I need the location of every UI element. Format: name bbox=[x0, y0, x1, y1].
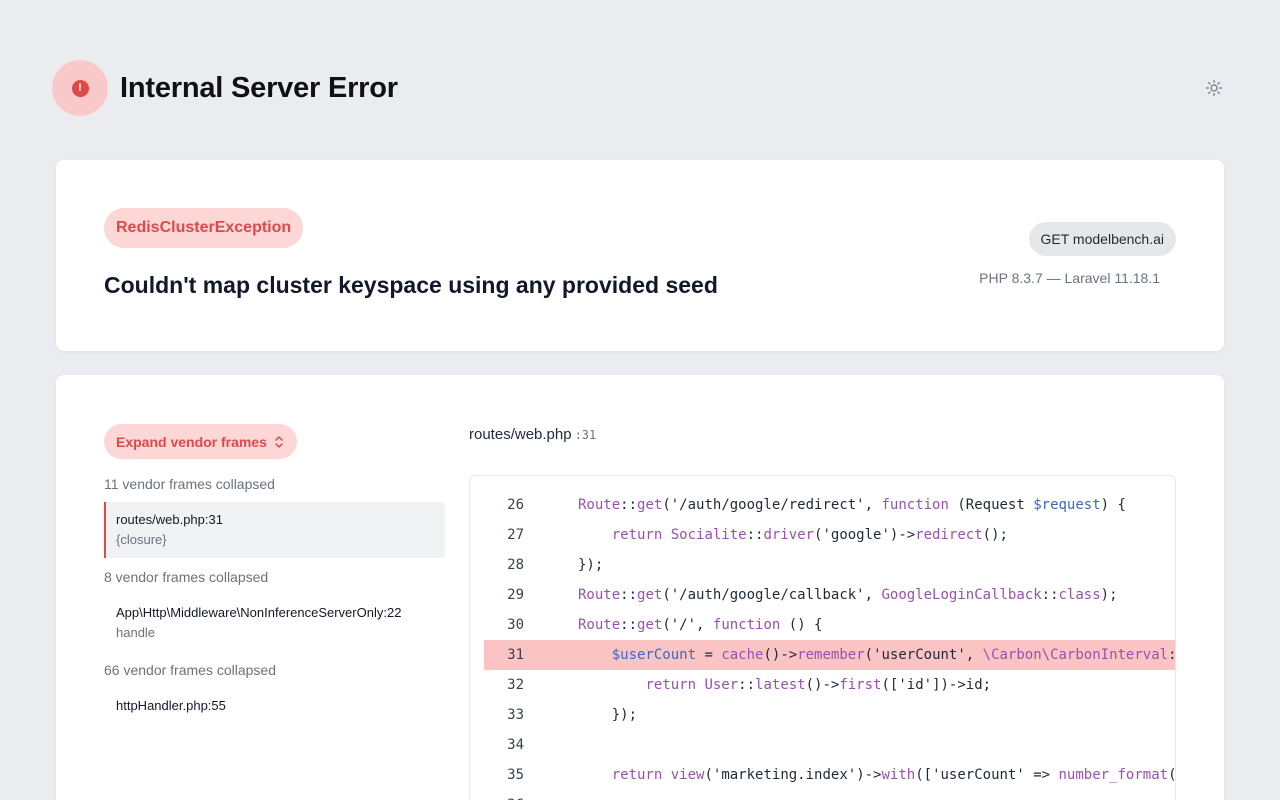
page-title: Internal Server Error bbox=[120, 71, 398, 104]
stack-frame[interactable]: httpHandler.php:55 bbox=[104, 688, 445, 724]
line-number: 35 bbox=[507, 767, 524, 783]
line-source: Route::get('/auth/google/redirect', func… bbox=[578, 497, 1126, 513]
stack-frame[interactable]: App\Http\Middleware\NonInferenceServerOn… bbox=[104, 595, 445, 651]
frame-file: App\Http\Middleware\NonInferenceServerOn… bbox=[116, 605, 402, 620]
line-source: Route::get('/', function () { bbox=[578, 617, 823, 633]
code-line: 29 Route::get('/auth/google/callback', Go… bbox=[484, 580, 1175, 610]
code-line: 32 return User::latest()->first(['id'])-… bbox=[484, 670, 1175, 700]
exception-class-badge: RedisClusterException bbox=[104, 208, 304, 248]
vendor-frames-collapsed-label[interactable]: 11 vendor frames collapsed bbox=[104, 475, 445, 494]
stack-trace-card: Expand vendor frames 11 vendor frames co… bbox=[56, 375, 1224, 800]
error-dot: ! bbox=[71, 79, 89, 97]
line-source: }); bbox=[578, 557, 604, 573]
code-file-title: routes/web.php:31 bbox=[469, 426, 596, 443]
stack-frames-list: 11 vendor frames collapsed routes/web.ph… bbox=[104, 475, 445, 734]
code-line: 36 bbox=[484, 790, 1175, 800]
line-source: return User::latest()->first(['id'])->id… bbox=[645, 677, 992, 693]
vendor-frames-collapsed-label[interactable]: 8 vendor frames collapsed bbox=[104, 568, 445, 587]
code-line-number: :31 bbox=[574, 428, 597, 442]
exception-message: Couldn't map cluster keyspace using any … bbox=[104, 272, 718, 298]
line-number: 33 bbox=[507, 707, 524, 723]
code-line: 33 }); bbox=[484, 700, 1175, 730]
code-line: 27 return Socialite::driver('google')->r… bbox=[484, 520, 1175, 550]
line-number: 30 bbox=[507, 617, 524, 633]
line-source: return Socialite::driver('google')->redi… bbox=[611, 527, 1008, 543]
code-line: 30 Route::get('/', function () { bbox=[484, 610, 1175, 640]
code-line: 28}); bbox=[484, 550, 1175, 580]
request-badge: GET modelbench.ai bbox=[1028, 222, 1176, 256]
line-number: 31 bbox=[507, 647, 524, 663]
line-number: 27 bbox=[507, 527, 524, 543]
frame-file: routes/web.php:31 bbox=[116, 512, 223, 527]
code-line: 26 Route::get('/auth/google/redirect', fu… bbox=[484, 490, 1175, 520]
line-source: Route::get('/auth/google/callback', Goog… bbox=[578, 587, 1118, 603]
frame-function: {closure} bbox=[116, 532, 167, 547]
line-source: return view('marketing.index')->with(['u… bbox=[611, 767, 1176, 783]
line-number: 32 bbox=[507, 677, 524, 693]
exception-card: RedisClusterException Couldn't map clust… bbox=[56, 160, 1224, 351]
line-number: 28 bbox=[507, 557, 524, 573]
line-number: 29 bbox=[507, 587, 524, 603]
page-header: ! Internal Server Error bbox=[52, 60, 398, 116]
exclamation-circle-icon: ! bbox=[52, 60, 108, 116]
line-source: $userCount = cache()->remember('userCoun… bbox=[611, 647, 1176, 663]
line-source: }); bbox=[578, 707, 638, 723]
chevron-up-down-icon bbox=[273, 434, 285, 450]
frame-file: httpHandler.php:55 bbox=[116, 698, 226, 713]
code-viewer: 26 Route::get('/auth/google/redirect', fu… bbox=[469, 475, 1176, 800]
version-info: PHP 8.3.7 — Laravel 11.18.1 bbox=[979, 270, 1160, 286]
code-file-name: routes/web.php bbox=[469, 426, 572, 443]
code-line: 35 return view('marketing.index')->with(… bbox=[484, 760, 1175, 790]
theme-toggle-button[interactable] bbox=[1202, 76, 1226, 100]
frame-function: handle bbox=[116, 625, 156, 640]
expand-vendor-frames-label: Expand vendor frames bbox=[116, 433, 267, 450]
expand-vendor-frames-button[interactable]: Expand vendor frames bbox=[104, 424, 297, 459]
code-line-highlighted: 31 $userCount = cache()->remember('userC… bbox=[484, 640, 1175, 670]
sun-icon bbox=[1205, 79, 1223, 97]
line-number: 26 bbox=[507, 497, 524, 513]
code-line: 34 bbox=[484, 730, 1175, 760]
vendor-frames-collapsed-label[interactable]: 66 vendor frames collapsed bbox=[104, 661, 445, 680]
line-number: 34 bbox=[507, 737, 524, 753]
stack-frame[interactable]: routes/web.php:31 {closure} bbox=[104, 502, 445, 558]
